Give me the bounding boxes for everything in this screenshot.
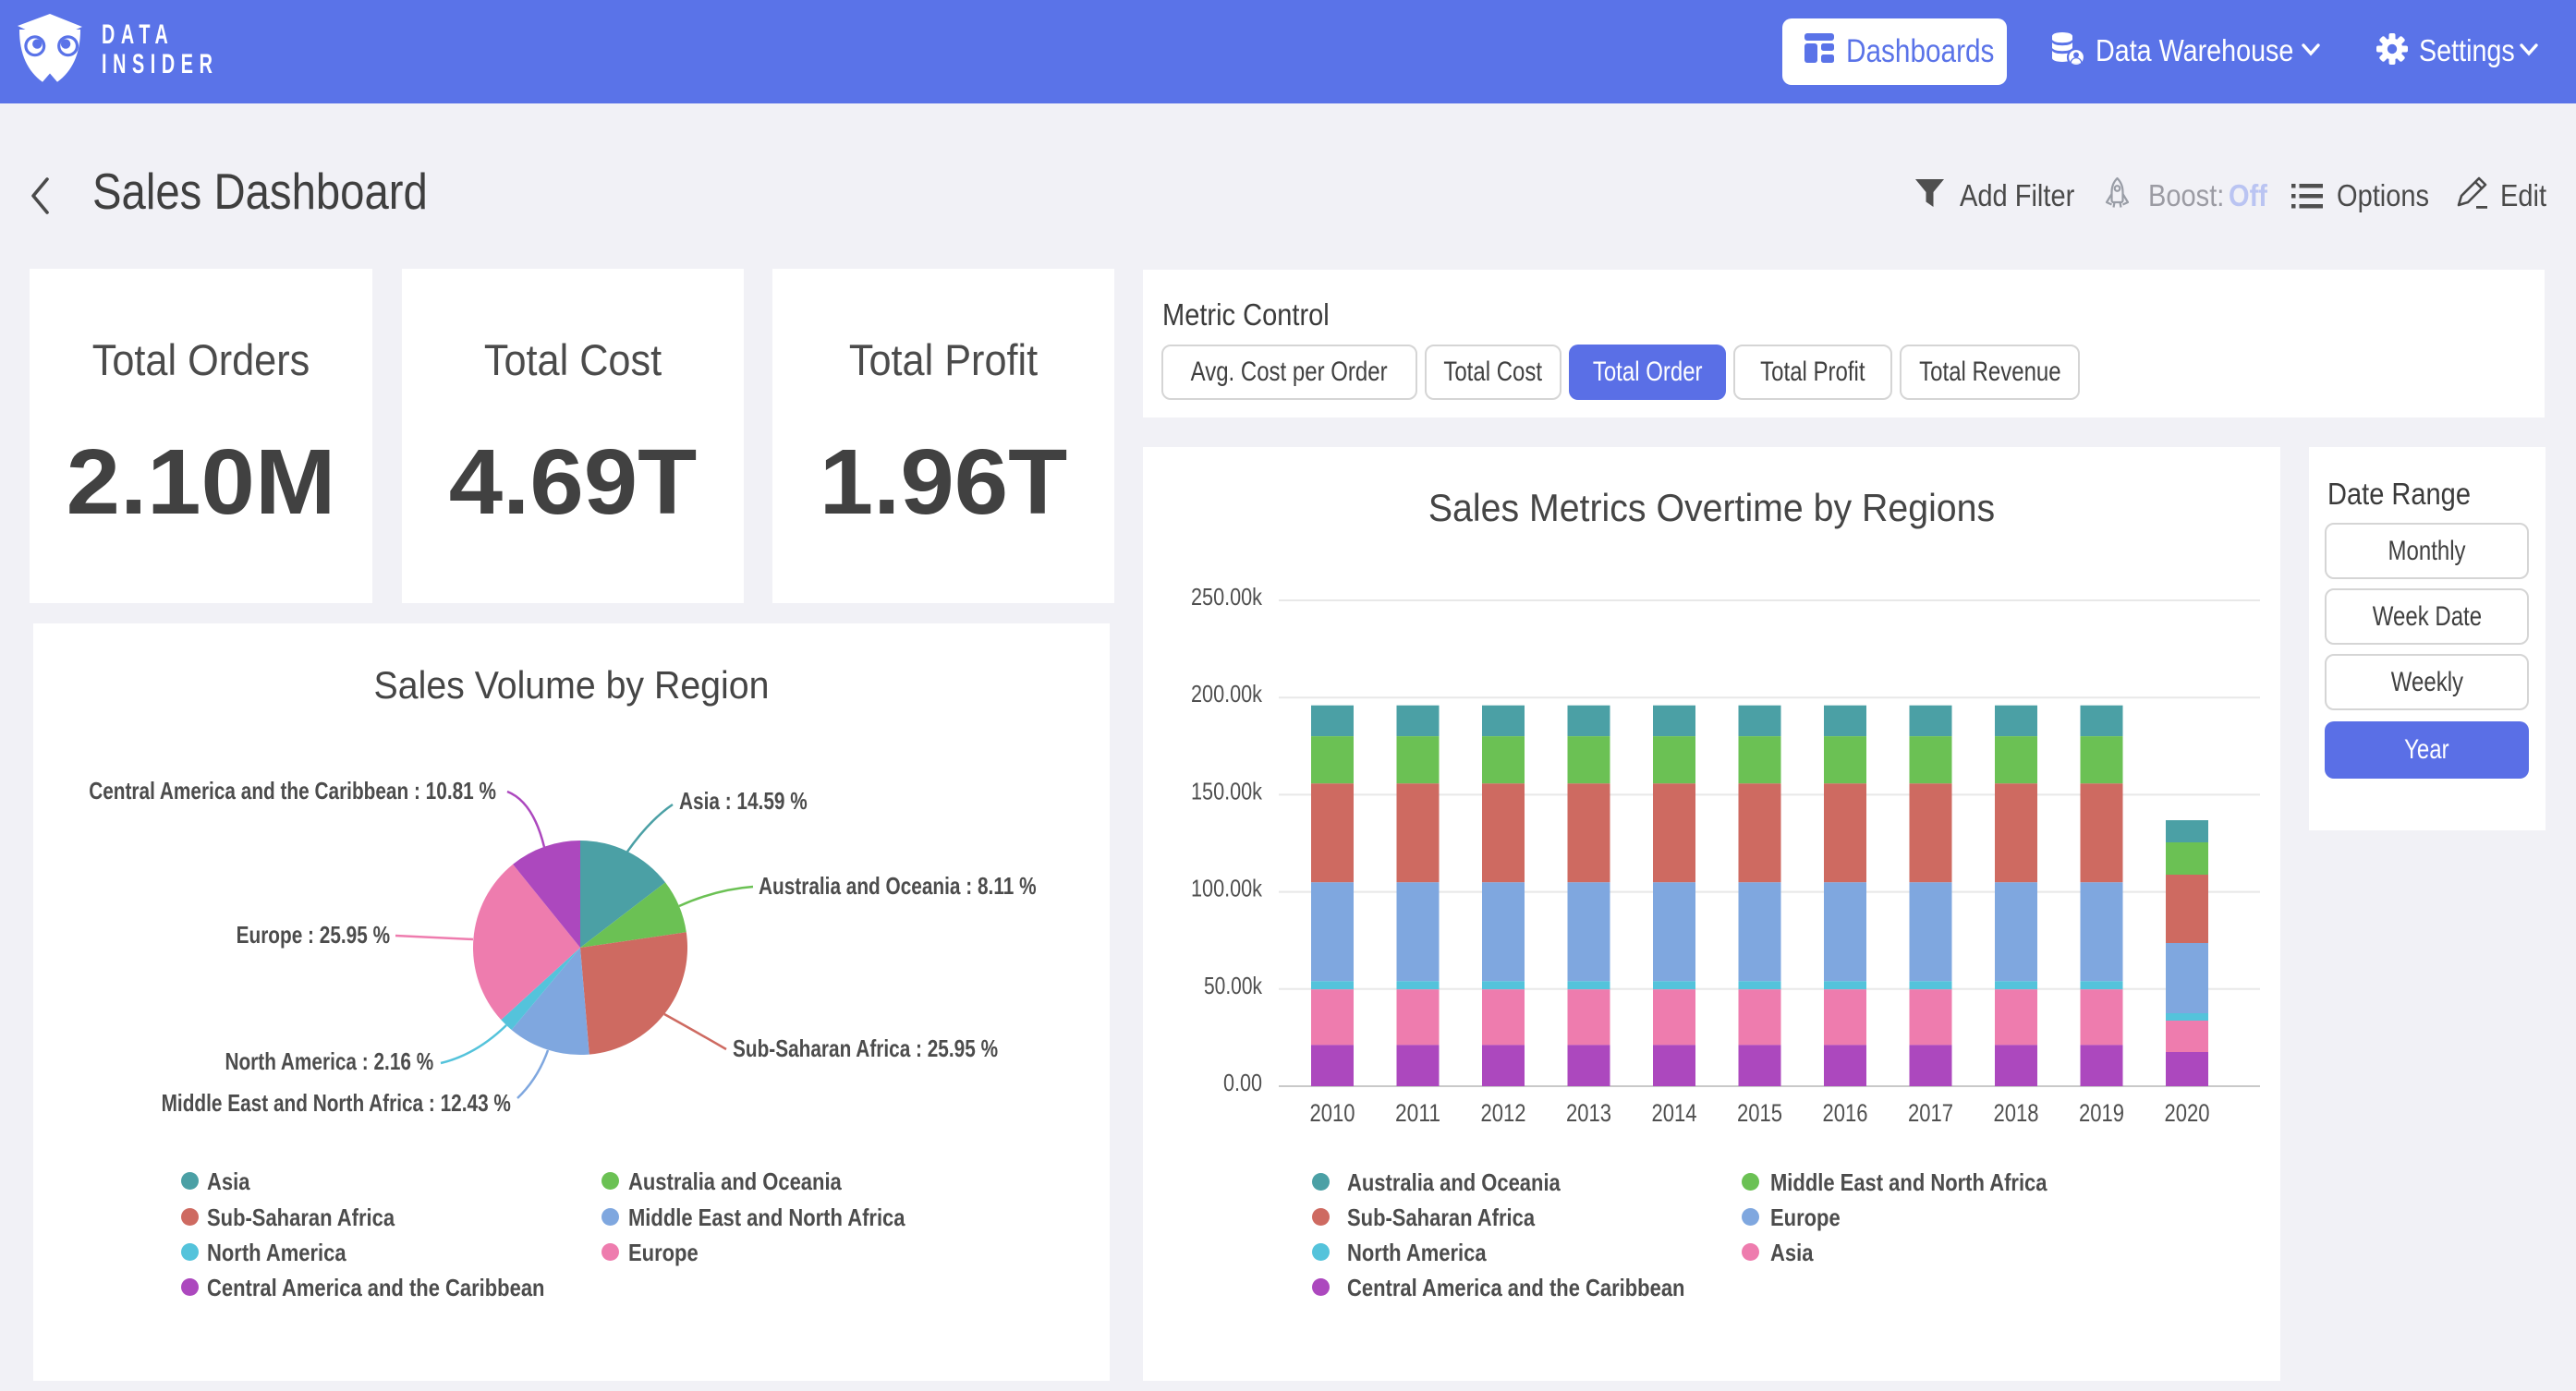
svg-text:100.00k: 100.00k <box>1191 875 1263 902</box>
svg-text:2020: 2020 <box>2165 1099 2210 1127</box>
svg-text:2015: 2015 <box>1737 1099 1782 1127</box>
svg-text:2014: 2014 <box>1652 1099 1697 1127</box>
svg-text:0.00: 0.00 <box>1223 1069 1262 1096</box>
svg-text:150.00k: 150.00k <box>1191 777 1263 804</box>
svg-text:2013: 2013 <box>1566 1099 1611 1127</box>
svg-text:2019: 2019 <box>2079 1099 2124 1127</box>
svg-text:2017: 2017 <box>1908 1099 1953 1127</box>
svg-text:200.00k: 200.00k <box>1191 680 1263 708</box>
svg-text:250.00k: 250.00k <box>1191 583 1263 611</box>
svg-text:2016: 2016 <box>1823 1099 1868 1127</box>
svg-text:2011: 2011 <box>1395 1099 1440 1127</box>
svg-text:2012: 2012 <box>1481 1099 1526 1127</box>
svg-text:2018: 2018 <box>1994 1099 2039 1127</box>
svg-text:50.00k: 50.00k <box>1204 972 1263 999</box>
svg-text:2010: 2010 <box>1310 1099 1355 1127</box>
